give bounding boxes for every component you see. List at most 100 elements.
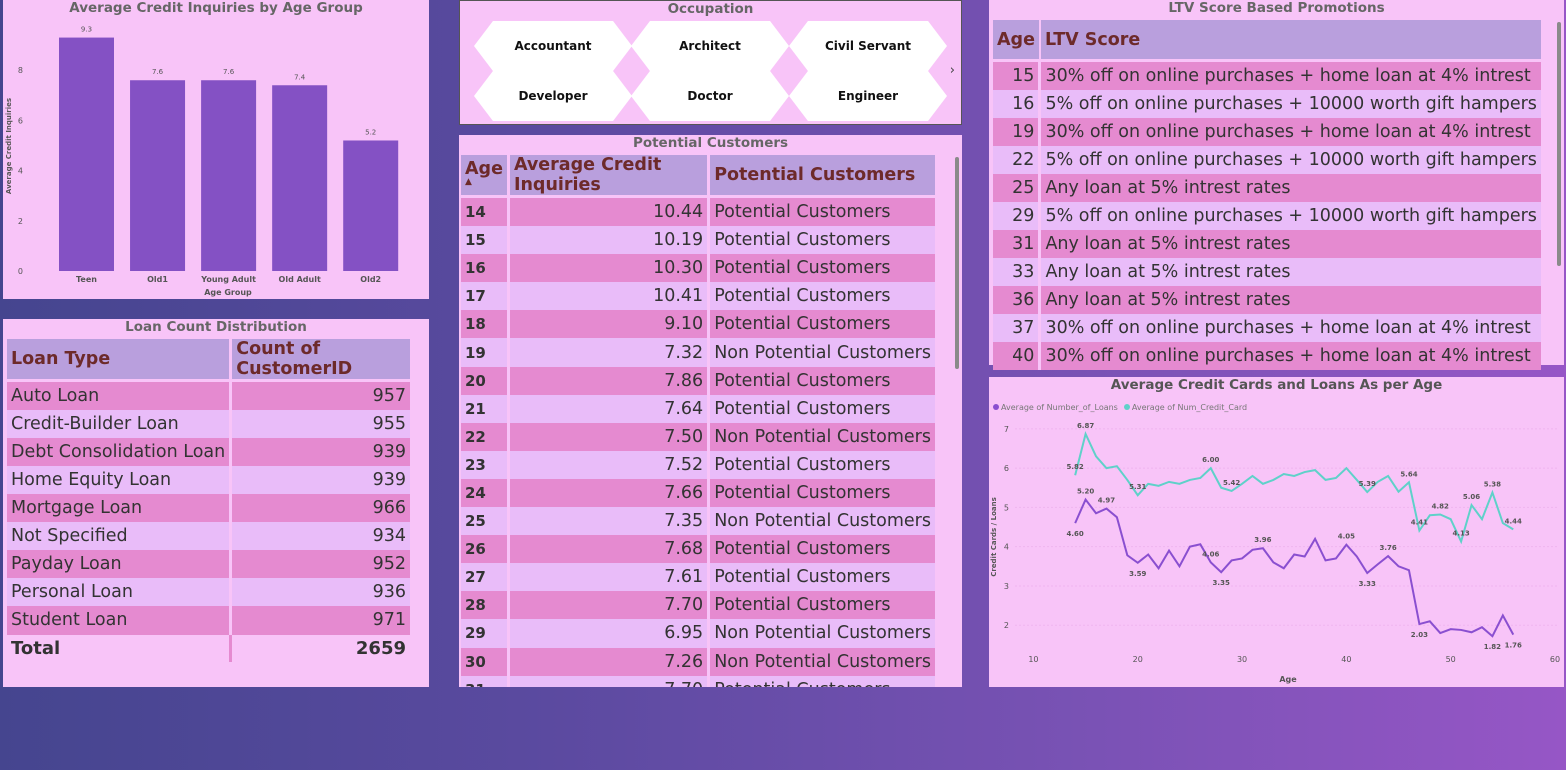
- table-row[interactable]: 16 5% off on online purchases + 10000 wor…: [993, 90, 1541, 118]
- avg-inquiries-cell: 10.44: [508, 198, 711, 227]
- col-header-count[interactable]: Count of CustomerID: [230, 339, 410, 379]
- table-row[interactable]: 16 10.30 Potential Customers: [461, 254, 935, 283]
- table-row[interactable]: Payday Loan 952: [7, 550, 410, 578]
- ltv-score-cell: 30% off on online purchases + home loan …: [1039, 314, 1541, 342]
- ltv-scrollbar[interactable]: [1557, 22, 1561, 266]
- table-row[interactable]: 22 7.50 Non Potential Customers: [461, 422, 935, 451]
- potential-status-cell: Potential Customers: [708, 254, 935, 283]
- age-cell: 22: [993, 146, 1042, 174]
- table-row[interactable]: 31 Any loan at 5% intrest rates: [993, 230, 1541, 258]
- col-header-potential[interactable]: Potential Customers: [708, 155, 935, 195]
- table-row[interactable]: 25 7.35 Non Potential Customers: [461, 507, 935, 536]
- count-cell: 952: [230, 550, 410, 578]
- age-cell: 27: [461, 563, 510, 592]
- data-label: 3.35: [1213, 579, 1230, 587]
- table-row[interactable]: 28 7.70 Potential Customers: [461, 591, 935, 620]
- data-label: 7.6: [223, 68, 235, 76]
- table-row[interactable]: 27 7.61 Potential Customers: [461, 563, 935, 592]
- potential-scrollbar[interactable]: [955, 157, 959, 369]
- table-row[interactable]: Credit-Builder Loan 955: [7, 410, 410, 438]
- table-row[interactable]: 24 7.66 Potential Customers: [461, 478, 935, 508]
- table-row[interactable]: 317.70Potential Customers: [461, 675, 935, 687]
- table-row[interactable]: 19 7.32 Non Potential Customers: [461, 338, 935, 367]
- occupation-tile-developer[interactable]: Developer: [474, 71, 632, 121]
- ltv-score-cell: Any loan at 5% intrest rates: [1039, 230, 1541, 258]
- table-row[interactable]: 15 10.19 Potential Customers: [461, 226, 935, 255]
- table-row[interactable]: Auto Loan 957: [7, 382, 410, 410]
- table-row[interactable]: 15 30% off on online purchases + home loa…: [993, 62, 1541, 90]
- x-tick-label: 30: [1237, 655, 1247, 664]
- table-row[interactable]: Not Specified 934: [7, 522, 410, 550]
- x-tick-label: Old2: [360, 275, 381, 284]
- table-row[interactable]: 30 7.26 Non Potential Customers: [461, 647, 935, 676]
- ltv-score-cell: 30% off on online purchases + home loan …: [1039, 118, 1541, 146]
- potential-status-cell: Non Potential Customers: [708, 422, 935, 451]
- potential-status-cell: Potential Customers: [708, 282, 935, 311]
- sort-ascending-icon[interactable]: ▲: [465, 178, 503, 187]
- col-header-age[interactable]: Age: [993, 20, 1041, 59]
- col-header-ltv-score[interactable]: LTV Score: [1039, 20, 1541, 59]
- occupation-tile-accountant[interactable]: Accountant: [474, 21, 632, 71]
- count-cell: 936: [230, 578, 410, 606]
- col-header-loan-type[interactable]: Loan Type: [7, 339, 233, 379]
- table-row[interactable]: 20 7.86 Potential Customers: [461, 366, 935, 395]
- table-row[interactable]: 14 10.44 Potential Customers: [461, 198, 935, 227]
- data-label: 5.64: [1400, 470, 1417, 478]
- table-row[interactable]: 37 30% off on online purchases + home loa…: [993, 314, 1541, 342]
- table-row[interactable]: 19 30% off on online purchases + home loa…: [993, 118, 1541, 146]
- x-tick-label: 20: [1133, 655, 1143, 664]
- avg-inquiries-cell: 7.35: [508, 507, 711, 536]
- table-row[interactable]: 18 9.10 Potential Customers: [461, 310, 935, 339]
- table-row[interactable]: 23 7.52 Potential Customers: [461, 450, 935, 479]
- loan-type-cell: Not Specified: [7, 522, 233, 550]
- table-row[interactable]: 22 5% off on online purchases + 10000 wor…: [993, 146, 1541, 174]
- age-cell: 24: [461, 478, 510, 508]
- col-header-age[interactable]: Age ▲: [461, 155, 510, 195]
- table-row[interactable]: Student Loan 971: [7, 606, 410, 634]
- table-row[interactable]: 36 Any loan at 5% intrest rates: [993, 286, 1541, 314]
- table-row[interactable]: Personal Loan 936: [7, 578, 410, 606]
- loan-type-cell: Student Loan: [7, 606, 233, 634]
- table-row[interactable]: 33 Any loan at 5% intrest rates: [993, 258, 1541, 286]
- table-row[interactable]: Home Equity Loan 939: [7, 466, 410, 494]
- x-axis-label: Age Group: [204, 288, 252, 297]
- table-row[interactable]: 17 10.41 Potential Customers: [461, 282, 935, 311]
- data-label: 5.38: [1484, 480, 1501, 488]
- ltv-score-cell: Any loan at 5% intrest rates: [1039, 286, 1541, 314]
- avg-inquiries-cell: 6.95: [508, 619, 711, 648]
- chevron-right-icon[interactable]: ›: [950, 63, 955, 78]
- table-row[interactable]: 29 6.95 Non Potential Customers: [461, 619, 935, 648]
- ltv-score-cell: 5% off on online purchases + 10000 worth…: [1039, 202, 1541, 230]
- data-label: 5.82: [1067, 463, 1084, 471]
- potential-status-cell: Potential Customers: [708, 198, 935, 227]
- occupation-tile-engineer[interactable]: Engineer: [789, 71, 947, 121]
- occupation-tile-civil-servant[interactable]: Civil Servant: [789, 21, 947, 71]
- occupation-tile-doctor[interactable]: Doctor: [631, 71, 789, 121]
- col-header-avg-inquiries[interactable]: Average Credit Inquiries: [508, 155, 711, 195]
- avg-inquiries-cell: 7.26: [508, 647, 711, 676]
- x-tick-label: 60: [1550, 655, 1560, 664]
- avg-inquiries-cell: 7.66: [508, 478, 711, 508]
- bar: [59, 37, 114, 271]
- avg-inquiries-cell: 7.70: [508, 591, 711, 620]
- table-row[interactable]: 25 Any loan at 5% intrest rates: [993, 174, 1541, 202]
- age-cell: 14: [461, 198, 510, 227]
- age-cell: 28: [461, 591, 510, 620]
- avg-inquiries-cell: 10.30: [508, 254, 711, 283]
- y-tick-label: 8: [18, 66, 23, 75]
- data-label: 5.42: [1223, 479, 1240, 487]
- age-cell: 18: [461, 310, 510, 339]
- table-row[interactable]: 40 30% off on online purchases + home loa…: [993, 342, 1541, 370]
- count-cell: 966: [230, 494, 410, 522]
- table-row[interactable]: Debt Consolidation Loan 939: [7, 438, 410, 466]
- y-tick-label: 2: [18, 217, 23, 226]
- age-cell: 26: [461, 535, 510, 564]
- age-cell: 17: [461, 282, 510, 311]
- table-row[interactable]: 26 7.68 Potential Customers: [461, 535, 935, 564]
- table-row[interactable]: Mortgage Loan 966: [7, 494, 410, 522]
- potential-status-cell: Potential Customers: [708, 478, 935, 508]
- age-cell: 22: [461, 422, 510, 451]
- occupation-tile-architect[interactable]: Architect: [631, 21, 789, 71]
- table-row[interactable]: 29 5% off on online purchases + 10000 wor…: [993, 202, 1541, 230]
- table-row[interactable]: 21 7.64 Potential Customers: [461, 394, 935, 423]
